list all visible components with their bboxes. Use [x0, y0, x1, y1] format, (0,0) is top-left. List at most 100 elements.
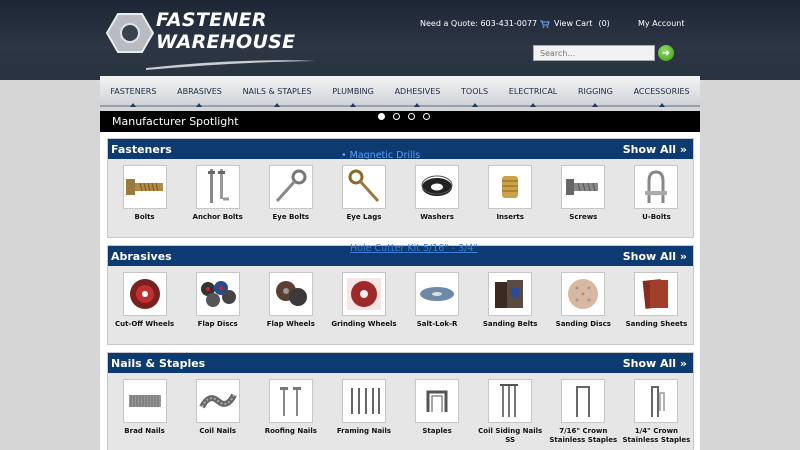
- coil-nails-image: [195, 379, 240, 423]
- main-content: Fasteners Show All » Bolts Anchor Bolts …: [100, 132, 700, 450]
- product-coil-nails[interactable]: Coil Nails: [182, 379, 254, 445]
- item-label: Coil Nails: [199, 427, 237, 435]
- show-all-link[interactable]: Show All »: [623, 250, 687, 263]
- roofing-nails-image: [268, 379, 313, 423]
- nav-item-rigging[interactable]: RIGGING: [568, 76, 624, 107]
- product-staples[interactable]: Staples: [401, 379, 473, 445]
- product-brad-nails[interactable]: Brad Nails: [109, 379, 181, 445]
- section-title: Fasteners: [111, 142, 172, 156]
- my-account-link[interactable]: My Account: [638, 19, 684, 28]
- nav-item-accessories[interactable]: ACCESSORIES: [623, 76, 700, 107]
- crown-staples-1-4-image: [634, 379, 679, 423]
- sanding-discs-image: [561, 272, 606, 316]
- item-label: Salt-Lok-R: [416, 320, 458, 328]
- product-7-16-crown-stainless-staples[interactable]: 7/16" Crown Stainless Staples: [547, 379, 619, 445]
- sanding-belts-image: [488, 272, 533, 316]
- section-nails-staples: Nails & Staples Show All » Brad Nails Co…: [107, 352, 694, 450]
- carousel-dot-3[interactable]: [408, 113, 415, 120]
- product-flap-discs[interactable]: Flap Discs: [182, 272, 254, 329]
- item-label: Staples: [422, 427, 452, 435]
- quote-phone[interactable]: Need a Quote: 603-431-0077: [420, 19, 537, 28]
- view-cart-link[interactable]: View Cart (0): [540, 19, 610, 28]
- manufacturer-spotlight-bar: Manufacturer Spotlight: [100, 111, 700, 132]
- eye-lags-image: [341, 165, 386, 209]
- product-inserts[interactable]: Inserts: [474, 165, 546, 222]
- crown-staples-7-16-image: [561, 379, 606, 423]
- item-label: Anchor Bolts: [192, 213, 243, 221]
- item-label: Brad Nails: [124, 427, 165, 435]
- product-cut-off-wheels[interactable]: Cut-Off Wheels: [109, 272, 181, 329]
- main-nav: FASTENERS ABRASIVES NAILS & STAPLES PLUM…: [100, 76, 700, 107]
- site-logo[interactable]: FASTENER WAREHOUSE: [106, 9, 316, 70]
- brad-nails-image: [122, 379, 167, 423]
- section-header: Fasteners Show All »: [108, 139, 693, 159]
- screws-image: [561, 165, 606, 209]
- nav-item-plumbing[interactable]: PLUMBING: [322, 76, 384, 107]
- item-label: Screws: [569, 213, 598, 221]
- nav-item-abrasives[interactable]: ABRASIVES: [167, 76, 232, 107]
- item-label: Cut-Off Wheels: [114, 320, 175, 328]
- anchor-bolts-image: [195, 165, 240, 209]
- item-label: Roofing Nails: [264, 427, 317, 435]
- item-label: Framing Nails: [336, 427, 392, 435]
- section-title: Nails & Staples: [111, 356, 206, 370]
- item-label: Sanding Discs: [555, 320, 611, 328]
- sanding-sheets-image: [634, 272, 679, 316]
- section-fasteners: Fasteners Show All » Bolts Anchor Bolts …: [107, 138, 694, 238]
- nav-item-electrical[interactable]: ELECTRICAL: [498, 76, 567, 107]
- product-sanding-belts[interactable]: Sanding Belts: [474, 272, 546, 329]
- product-washers[interactable]: Washers: [401, 165, 473, 222]
- product-eye-bolts[interactable]: Eye Bolts: [255, 165, 327, 222]
- section-abrasives: Abrasives Show All » Cut-Off Wheels Flap…: [107, 245, 694, 345]
- hex-nut-icon: [106, 13, 154, 53]
- search-go-button[interactable]: ➜: [658, 45, 674, 61]
- coil-siding-nails-image: [488, 379, 533, 423]
- logo-line-2: WAREHOUSE: [156, 31, 296, 53]
- nav-item-nails-staples[interactable]: NAILS & STAPLES: [232, 76, 322, 107]
- product-u-bolts[interactable]: U-Bolts: [620, 165, 692, 222]
- carousel-dot-4[interactable]: [423, 113, 430, 120]
- search-input[interactable]: [533, 45, 655, 61]
- product-1-4-crown-stainless-staples[interactable]: 1/4" Crown Stainless Staples: [620, 379, 692, 445]
- product-eye-lags[interactable]: Eye Lags: [328, 165, 400, 222]
- show-all-link[interactable]: Show All »: [623, 143, 687, 156]
- product-coil-siding-nails-ss[interactable]: Coil Siding Nails SS: [474, 379, 546, 445]
- product-grinding-wheels[interactable]: Grinding Wheels: [328, 272, 400, 329]
- site-header: FASTENER WAREHOUSE Need a Quote: 603-431…: [0, 0, 800, 80]
- item-label: Sanding Sheets: [625, 320, 688, 328]
- eye-bolts-image: [268, 165, 313, 209]
- item-label: Eye Lags: [346, 213, 382, 221]
- logo-swoosh: [146, 60, 316, 70]
- staples-image: [415, 379, 460, 423]
- item-label: Inserts: [496, 213, 524, 221]
- product-bolts[interactable]: Bolts: [109, 165, 181, 222]
- salt-lok-r-image: [415, 272, 460, 316]
- product-framing-nails[interactable]: Framing Nails: [328, 379, 400, 445]
- nav-item-fasteners[interactable]: FASTENERS: [100, 76, 167, 107]
- carousel-dot-2[interactable]: [393, 113, 400, 120]
- product-sanding-sheets[interactable]: Sanding Sheets: [620, 272, 692, 329]
- flap-wheels-image: [268, 272, 313, 316]
- item-label: Washers: [420, 213, 454, 221]
- nav-item-adhesives[interactable]: ADHESIVES: [384, 76, 450, 107]
- product-flap-wheels[interactable]: Flap Wheels: [255, 272, 327, 329]
- item-label: 1/4" Crown Stainless Staples: [622, 427, 691, 444]
- bolts-image: [122, 165, 167, 209]
- spotlight-title: Manufacturer Spotlight: [112, 115, 239, 128]
- section-header: Nails & Staples Show All »: [108, 353, 693, 373]
- product-screws[interactable]: Screws: [547, 165, 619, 222]
- product-salt-lok-r[interactable]: Salt-Lok-R: [401, 272, 473, 329]
- logo-text: FASTENER WAREHOUSE: [156, 9, 295, 53]
- product-sanding-discs[interactable]: Sanding Discs: [547, 272, 619, 329]
- cart-icon: [540, 20, 550, 28]
- show-all-link[interactable]: Show All »: [623, 357, 687, 370]
- product-roofing-nails[interactable]: Roofing Nails: [255, 379, 327, 445]
- washers-image: [415, 165, 460, 209]
- framing-nails-image: [341, 379, 386, 423]
- nav-item-tools[interactable]: TOOLS: [451, 76, 499, 107]
- cart-count: (0): [598, 19, 610, 28]
- carousel-dot-1[interactable]: [378, 113, 385, 120]
- item-label: Bolts: [134, 213, 155, 221]
- product-anchor-bolts[interactable]: Anchor Bolts: [182, 165, 254, 222]
- arrow-right-icon: ➜: [661, 47, 671, 59]
